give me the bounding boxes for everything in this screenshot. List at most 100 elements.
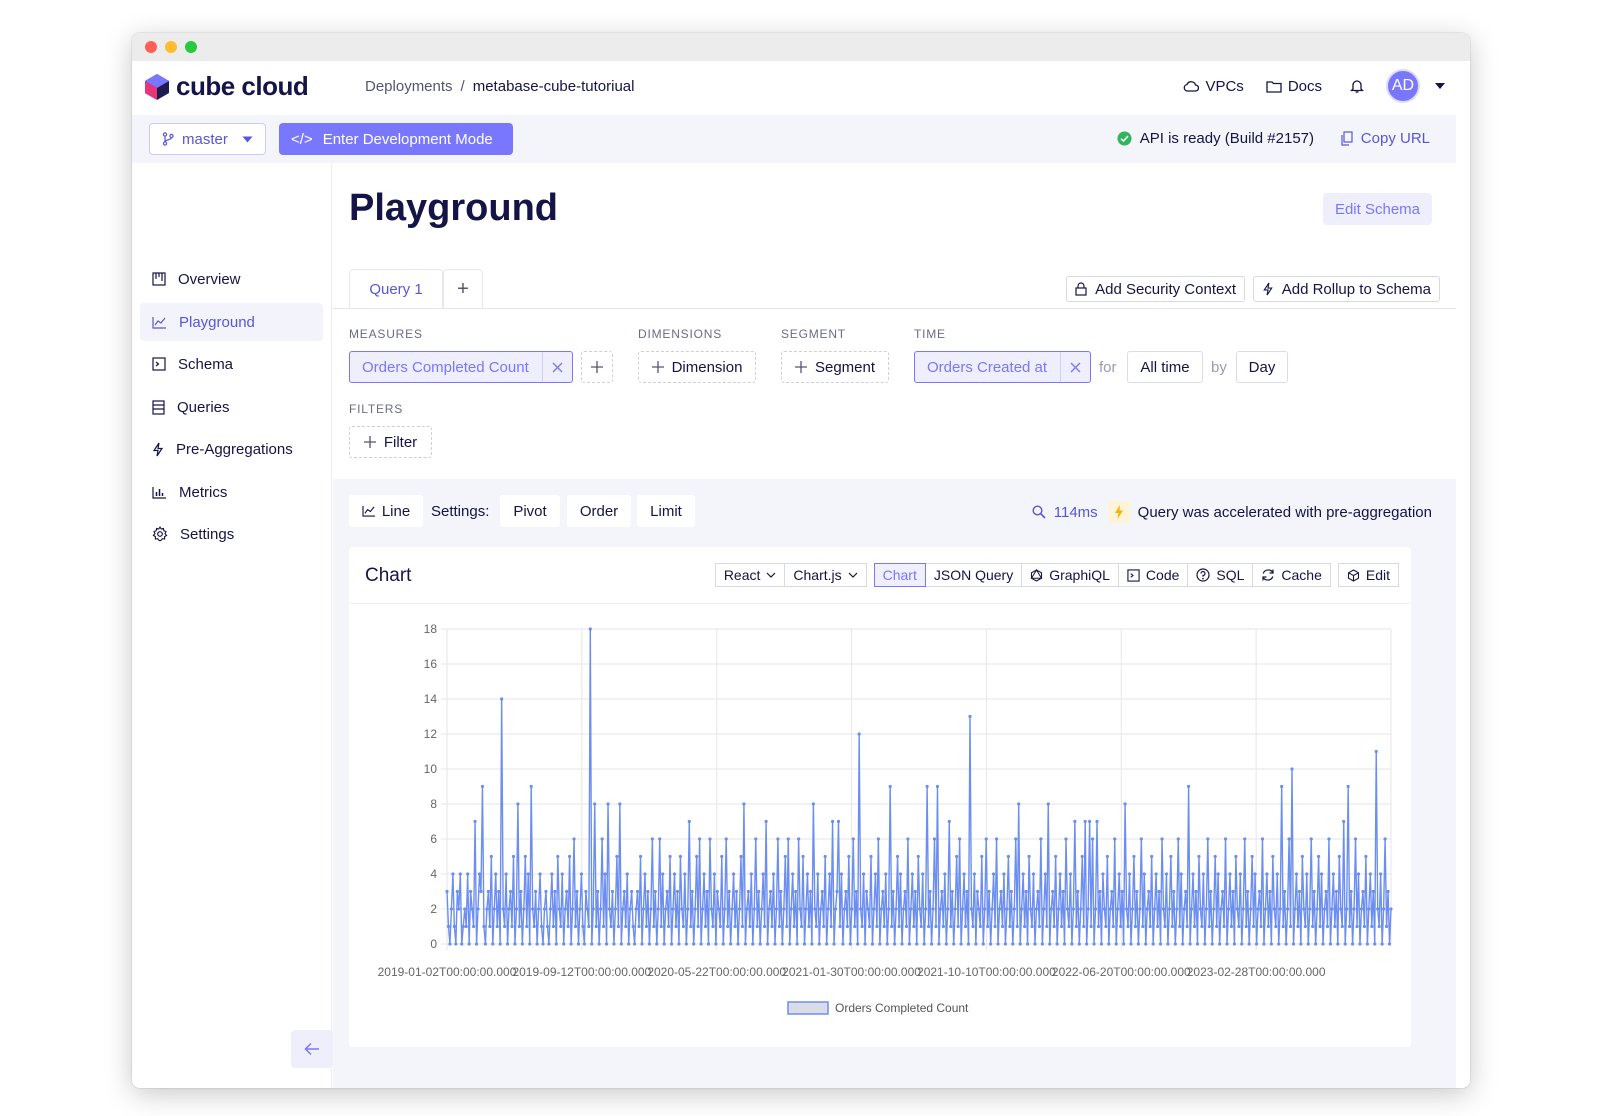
data-point	[1043, 872, 1047, 876]
data-point	[536, 907, 541, 911]
terminal-icon	[152, 357, 166, 371]
data-point	[473, 819, 477, 824]
sidebar-item-overview[interactable]: Overview	[140, 260, 323, 298]
data-point	[802, 942, 807, 946]
copy-url-button[interactable]: Copy URL	[1341, 130, 1430, 147]
sidebar-item-metrics[interactable]: Metrics	[140, 473, 323, 511]
add-segment-button[interactable]: Segment	[781, 351, 889, 383]
data-point	[921, 872, 925, 876]
close-window-button[interactable]	[145, 41, 157, 53]
branch-name: master	[182, 130, 228, 148]
legend-swatch[interactable]	[787, 1001, 829, 1015]
data-point	[582, 942, 586, 946]
notifications-button[interactable]	[1350, 78, 1364, 94]
add-filter-button[interactable]: Filter	[349, 426, 432, 458]
legend-label[interactable]: Orders Completed Count	[835, 1001, 969, 1015]
chart-card-title: Chart	[365, 565, 412, 586]
data-point	[1280, 784, 1284, 789]
data-point	[1077, 942, 1081, 946]
data-point	[817, 942, 821, 946]
remove-measure-button[interactable]	[542, 352, 572, 382]
sidebar-item-settings[interactable]: Settings	[140, 515, 323, 553]
sidebar-item-pre-aggregations[interactable]: Pre-Aggregations	[140, 430, 323, 468]
framework-select[interactable]: React	[714, 563, 786, 587]
edit-chart-button[interactable]: Edit	[1337, 563, 1399, 587]
data-point	[579, 872, 584, 876]
data-point	[464, 924, 468, 929]
add-query-tab-button[interactable]: +	[443, 269, 483, 309]
date-range-select[interactable]: All time	[1127, 351, 1203, 383]
library-select[interactable]: Chart.js	[784, 563, 867, 587]
data-point	[1362, 924, 1367, 929]
data-point	[940, 889, 944, 894]
data-point	[1210, 942, 1214, 946]
data-point	[1061, 889, 1065, 894]
data-point	[969, 907, 974, 911]
sidebar-item-schema[interactable]: Schema	[140, 345, 323, 383]
data-point	[1054, 854, 1058, 859]
logo[interactable]: cube cloud	[144, 71, 309, 102]
data-point	[700, 907, 705, 911]
data-point	[758, 942, 762, 946]
data-point	[1132, 854, 1136, 859]
tab-query-1[interactable]: Query 1	[349, 269, 443, 309]
time-dimension-name: Orders Created at	[927, 358, 1048, 376]
data-point	[448, 942, 452, 946]
data-point	[848, 942, 852, 946]
data-point	[885, 942, 889, 946]
user-menu[interactable]: AD	[1386, 69, 1446, 103]
data-point	[613, 907, 618, 911]
measure-pill[interactable]: Orders Completed Count	[349, 351, 573, 383]
data-point	[1285, 907, 1290, 911]
data-point	[446, 924, 451, 929]
data-point	[671, 907, 675, 911]
add-dimension-button[interactable]: Dimension	[638, 351, 756, 383]
vpcs-link[interactable]: VPCs	[1183, 78, 1244, 95]
data-point	[1169, 854, 1173, 859]
tab-cache[interactable]: Cache	[1252, 563, 1331, 587]
data-point	[1188, 942, 1192, 946]
data-point	[451, 872, 455, 876]
data-point	[578, 907, 582, 911]
data-point	[757, 889, 761, 894]
branch-selector[interactable]: master	[149, 123, 266, 155]
tab-graphiql[interactable]: GraphiQL	[1021, 563, 1119, 587]
data-point	[943, 872, 947, 876]
tab-chart[interactable]: Chart	[873, 563, 926, 587]
add-security-context-button[interactable]: Add Security Context	[1066, 276, 1245, 302]
tab-code[interactable]: Code	[1117, 563, 1189, 587]
data-point	[1218, 942, 1222, 946]
remove-time-dimension-button[interactable]	[1060, 352, 1090, 382]
data-point	[1340, 924, 1344, 929]
data-point	[479, 889, 483, 894]
granularity-select[interactable]: Day	[1236, 351, 1288, 383]
tab-sql[interactable]: SQL	[1187, 563, 1254, 587]
sidebar-item-queries[interactable]: Queries	[140, 388, 323, 426]
add-measure-button[interactable]	[581, 351, 613, 383]
data-point	[532, 924, 536, 929]
data-point	[1129, 942, 1133, 946]
maximize-window-button[interactable]	[185, 41, 197, 53]
tab-json-query[interactable]: JSON Query	[924, 563, 1023, 587]
data-point	[596, 889, 600, 894]
data-point	[534, 889, 538, 894]
query-performance: 114ms Query was accelerated with pre-agg…	[1032, 501, 1432, 523]
limit-button[interactable]: Limit	[637, 495, 695, 527]
chart-type-select[interactable]: Line	[349, 495, 423, 527]
collapse-sidebar-button[interactable]	[291, 1030, 333, 1068]
for-label: for	[1099, 359, 1117, 376]
query-duration[interactable]: 114ms	[1054, 504, 1098, 521]
docs-link[interactable]: Docs	[1266, 78, 1322, 95]
add-rollup-button[interactable]: Add Rollup to Schema	[1252, 276, 1440, 302]
pivot-button[interactable]: Pivot	[500, 495, 560, 527]
line-chart: 024681012141618 2019-01-02T00:00:00.0002…	[378, 622, 1393, 1015]
minimize-window-button[interactable]	[165, 41, 177, 53]
sidebar-item-playground[interactable]: Playground	[140, 303, 323, 341]
edit-schema-button[interactable]: Edit Schema	[1322, 193, 1432, 225]
enter-dev-mode-button[interactable]: </> Enter Development Mode	[279, 123, 513, 155]
time-dimension-pill[interactable]: Orders Created at	[914, 351, 1091, 383]
order-button[interactable]: Order	[567, 495, 631, 527]
enter-dev-mode-label: Enter Development Mode	[322, 130, 493, 148]
breadcrumb-deployments[interactable]: Deployments	[365, 78, 453, 95]
data-point	[692, 942, 696, 946]
